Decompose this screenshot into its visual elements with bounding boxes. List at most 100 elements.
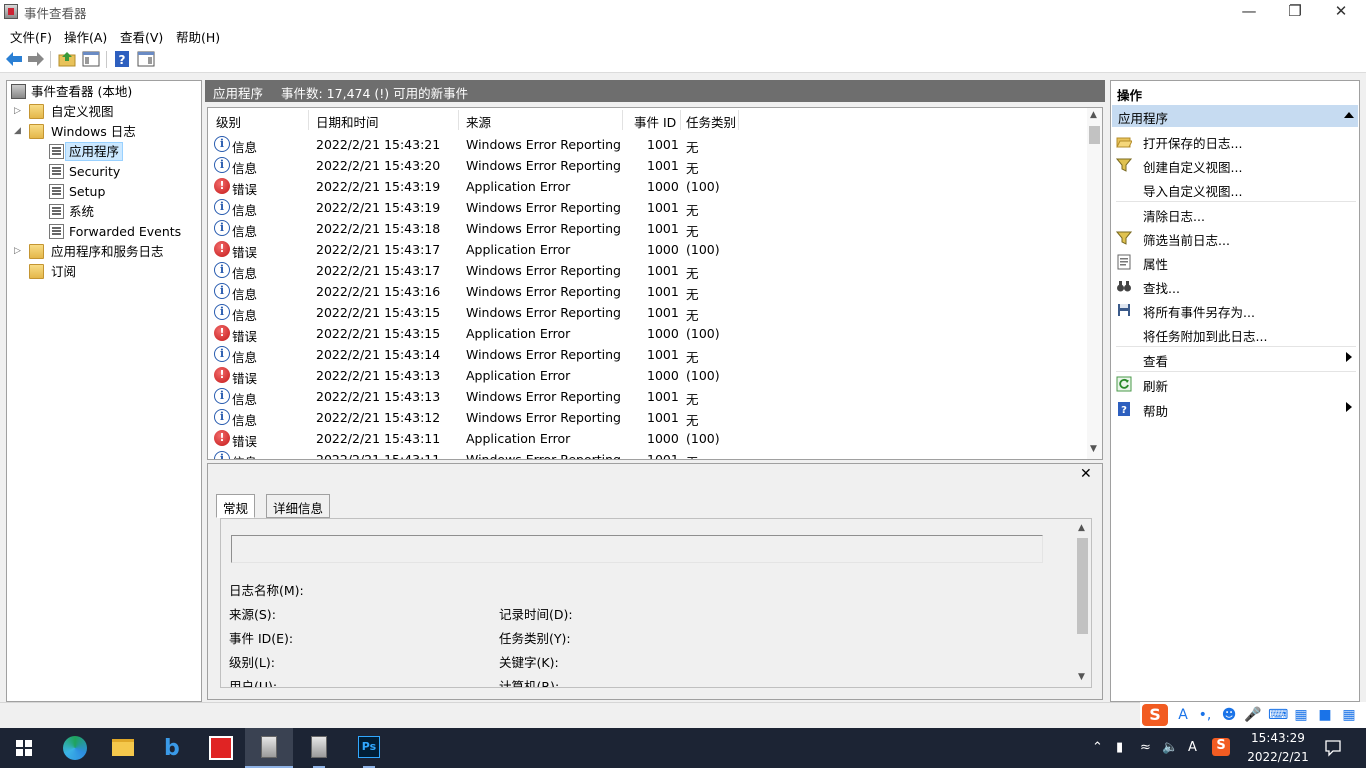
cell-source: Windows Error Reporting xyxy=(466,263,621,278)
taskbar-event-viewer-active[interactable] xyxy=(245,728,293,768)
show-hidden-icons-icon[interactable]: ⌃ xyxy=(1092,740,1103,755)
toolbox-icon[interactable]: ▦ xyxy=(1292,706,1310,724)
sogou-tray-icon[interactable]: S xyxy=(1212,738,1230,756)
scrollbar-thumb[interactable] xyxy=(1089,126,1100,144)
forward-arrow-icon[interactable] xyxy=(26,49,46,69)
table-row[interactable]: i 信息 2022/2/21 15:43:16 Windows Error Repor… xyxy=(208,281,1088,302)
taskbar-app-red[interactable] xyxy=(197,728,245,768)
up-folder-icon[interactable] xyxy=(57,49,77,69)
action-save-all-events[interactable]: 将所有事件另存为... xyxy=(1116,300,1356,320)
back-arrow-icon[interactable] xyxy=(4,49,24,69)
microphone-icon[interactable]: 🎤 xyxy=(1244,706,1262,724)
clock-time[interactable]: 15:43:29 xyxy=(1250,731,1306,745)
event-description-box[interactable] xyxy=(231,535,1043,563)
table-row[interactable]: i 信息 2022/2/21 15:43:18 Windows Error Repor… xyxy=(208,218,1088,239)
menu-action[interactable]: 操作(A) xyxy=(64,27,107,46)
ime-mode-icon[interactable]: A xyxy=(1174,706,1192,724)
column-divider[interactable] xyxy=(738,110,739,130)
action-help[interactable]: ? 帮助 xyxy=(1116,399,1356,419)
action-open-saved-log[interactable]: 打开保存的日志... xyxy=(1116,131,1356,151)
scroll-down-arrow-icon[interactable]: ▼ xyxy=(1078,672,1085,682)
collapse-chevron-icon[interactable]: ◢ xyxy=(13,122,22,141)
events-scrollbar[interactable]: ▲ ▼ xyxy=(1087,108,1102,459)
action-create-custom-view[interactable]: 创建自定义视图... xyxy=(1116,155,1356,175)
menu-help[interactable]: 帮助(H) xyxy=(176,27,220,46)
taskbar-photoshop[interactable]: Ps xyxy=(345,728,393,768)
expand-chevron-icon[interactable]: ▷ xyxy=(13,102,22,121)
network-icon[interactable]: ≈ xyxy=(1140,740,1151,755)
action-import-custom-view[interactable]: 导入自定义视图... xyxy=(1116,179,1356,199)
actions-separator xyxy=(1116,371,1356,372)
notification-center-icon[interactable] xyxy=(1324,739,1342,757)
column-divider[interactable] xyxy=(308,110,309,130)
detail-scrollbar[interactable]: ▲ ▼ xyxy=(1075,522,1090,686)
action-clear-log[interactable]: 清除日志... xyxy=(1116,204,1356,224)
table-row[interactable]: i信息 2022/2/21 15:43:11 Windows Error Repor… xyxy=(208,449,1088,459)
table-row[interactable]: ! 错误 2022/2/21 15:43:11 Application Error 10… xyxy=(208,428,1088,449)
skin-icon[interactable]: ■ xyxy=(1316,706,1334,724)
table-row[interactable]: ! 错误 2022/2/21 15:43:19 Application Error 10… xyxy=(208,176,1088,197)
actions-section-application[interactable]: 应用程序 xyxy=(1112,105,1358,127)
table-row[interactable]: i 信息 2022/2/21 15:43:20 Windows Error Repor… xyxy=(208,155,1088,176)
punctuation-icon[interactable]: •, xyxy=(1196,706,1214,724)
action-properties[interactable]: 属性 xyxy=(1116,252,1356,272)
table-row[interactable]: i 信息 2022/2/21 15:43:17 Windows Error Repor… xyxy=(208,260,1088,281)
taskbar-edge[interactable] xyxy=(51,728,99,768)
cell-level: 信息 xyxy=(232,350,258,365)
column-header-event-id[interactable]: 事件 ID xyxy=(634,112,676,131)
table-row[interactable]: i 信息 2022/2/21 15:43:14 Windows Error Repor… xyxy=(208,344,1088,365)
input-indicator[interactable]: A xyxy=(1188,740,1197,755)
expand-chevron-icon[interactable]: ▷ xyxy=(13,242,22,261)
scroll-up-arrow-icon[interactable]: ▲ xyxy=(1090,110,1097,120)
taskbar-bing[interactable]: b xyxy=(147,728,195,768)
table-row[interactable]: i 信息 2022/2/21 15:43:21 Windows Error Repor… xyxy=(208,134,1088,155)
help-icon[interactable]: ? xyxy=(112,49,132,69)
action-attach-task[interactable]: 将任务附加到此日志... xyxy=(1116,324,1356,344)
column-header-source[interactable]: 来源 xyxy=(466,112,491,131)
scrollbar-thumb[interactable] xyxy=(1077,538,1088,634)
tab-details[interactable]: 详细信息 xyxy=(266,494,331,518)
emoji-icon[interactable]: ☻ xyxy=(1220,706,1238,724)
taskbar-event-viewer-2[interactable] xyxy=(295,728,343,768)
show-hide-action-pane-icon[interactable] xyxy=(136,49,156,69)
keyboard-icon[interactable]: ⌨ xyxy=(1268,706,1288,724)
column-header-task-category[interactable]: 任务类别 xyxy=(686,112,736,131)
taskbar-file-explorer[interactable] xyxy=(99,728,147,768)
action-view[interactable]: 查看 xyxy=(1116,349,1356,369)
menu-file[interactable]: 文件(F) xyxy=(10,27,52,46)
action-filter-current-log[interactable]: 筛选当前日志... xyxy=(1116,228,1356,248)
menu-view[interactable]: 查看(V) xyxy=(120,27,163,46)
close-button[interactable]: ✕ xyxy=(1318,0,1364,24)
tab-general[interactable]: 常规 xyxy=(216,494,256,518)
battery-icon[interactable]: ▮ xyxy=(1116,740,1123,755)
table-row[interactable]: i 信息 2022/2/21 15:43:13 Windows Error Repor… xyxy=(208,386,1088,407)
table-row[interactable]: ! 错误 2022/2/21 15:43:15 Application Error 10… xyxy=(208,323,1088,344)
sogou-logo-icon[interactable]: S xyxy=(1142,704,1168,726)
column-header-datetime[interactable]: 日期和时间 xyxy=(316,112,379,131)
scroll-up-arrow-icon[interactable]: ▲ xyxy=(1078,523,1085,533)
column-divider[interactable] xyxy=(680,110,681,130)
windows-start-icon[interactable] xyxy=(16,740,32,756)
scroll-down-arrow-icon[interactable]: ▼ xyxy=(1090,444,1097,454)
table-row[interactable]: i 信息 2022/2/21 15:43:12 Windows Error Repor… xyxy=(208,407,1088,428)
column-divider[interactable] xyxy=(622,110,623,130)
minimize-button[interactable]: — xyxy=(1226,0,1272,24)
column-divider[interactable] xyxy=(458,110,459,130)
collapse-up-arrow-icon[interactable] xyxy=(1344,112,1354,118)
cell-level: 错误 xyxy=(232,245,258,260)
cell-level: 信息 xyxy=(232,224,258,239)
table-row[interactable]: ! 错误 2022/2/21 15:43:17 Application Error 10… xyxy=(208,239,1088,260)
close-detail-icon[interactable]: ✕ xyxy=(1080,466,1092,482)
show-hide-console-tree-icon[interactable] xyxy=(81,49,101,69)
table-row[interactable]: i 信息 2022/2/21 15:43:19 Windows Error Repor… xyxy=(208,197,1088,218)
action-label: 将任务附加到此日志... xyxy=(1143,329,1268,344)
column-header-level[interactable]: 级别 xyxy=(216,112,241,131)
clock-date[interactable]: 2022/2/21 xyxy=(1244,750,1312,764)
action-refresh[interactable]: 刷新 xyxy=(1116,374,1356,394)
action-find[interactable]: 查找... xyxy=(1116,276,1356,296)
table-row[interactable]: ! 错误 2022/2/21 15:43:13 Application Error 10… xyxy=(208,365,1088,386)
maximize-button[interactable]: ❐ xyxy=(1272,0,1318,24)
volume-icon[interactable]: 🔈 xyxy=(1162,740,1178,755)
table-row[interactable]: i 信息 2022/2/21 15:43:15 Windows Error Repor… xyxy=(208,302,1088,323)
grid-menu-icon[interactable]: ▦ xyxy=(1340,706,1358,724)
